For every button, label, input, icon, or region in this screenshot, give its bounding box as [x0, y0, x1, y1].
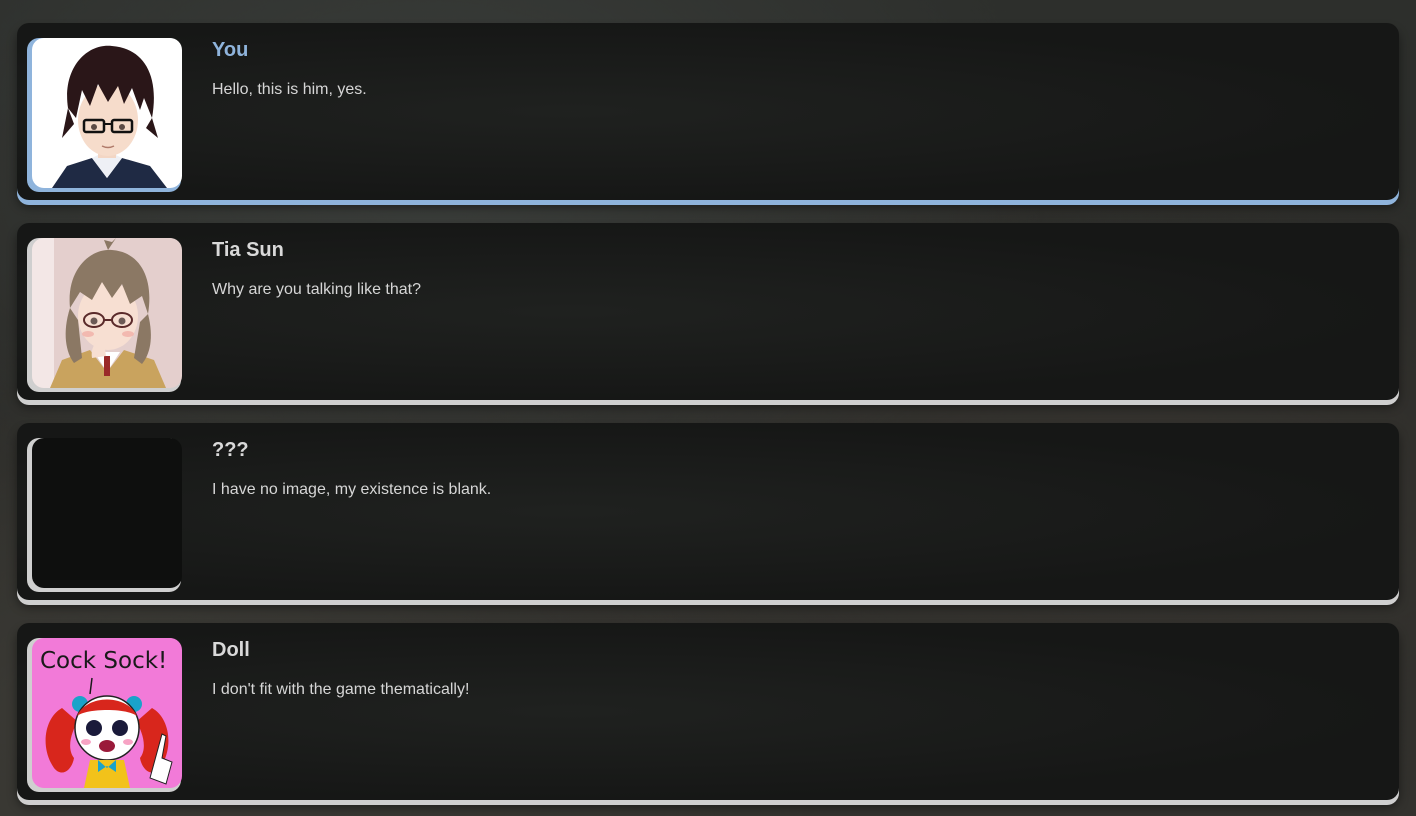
dark-haired-boy-with-glasses-portrait	[32, 38, 182, 188]
dialogue-text: I don't fit with the game thematically!	[212, 681, 470, 698]
brown-haired-girl-with-glasses-portrait	[32, 238, 182, 388]
dialogue-text: Hello, this is him, yes.	[212, 81, 367, 98]
portrait-frame	[27, 238, 182, 392]
speaker-name: Tia Sun	[212, 239, 284, 261]
blank-portrait	[32, 438, 182, 588]
svg-text:Cock Sock!: Cock Sock!	[40, 648, 167, 674]
portrait-frame	[27, 438, 182, 592]
dialogue-text: I have no image, my existence is blank.	[212, 481, 492, 498]
speaker-name: ???	[212, 439, 249, 461]
speaker-name: Doll	[212, 639, 250, 661]
dialogue-text: Why are you talking like that?	[212, 281, 421, 298]
dialogue-entry-tia-sun: Tia Sun Why are you talking like that?	[17, 223, 1399, 400]
portrait-frame	[27, 38, 182, 192]
dialogue-log: You Hello, this is him, yes. Tia Sun Why…	[17, 23, 1399, 816]
dialogue-entry-doll: Cock Sock! Doll I don't fit with the gam…	[17, 623, 1399, 800]
dialogue-entry-you: You Hello, this is him, yes.	[17, 23, 1399, 200]
doll-portrait: Cock Sock!	[32, 638, 182, 788]
speaker-name: You	[212, 39, 249, 61]
dialogue-entry-unknown: ??? I have no image, my existence is bla…	[17, 423, 1399, 600]
portrait-frame: Cock Sock!	[27, 638, 182, 792]
